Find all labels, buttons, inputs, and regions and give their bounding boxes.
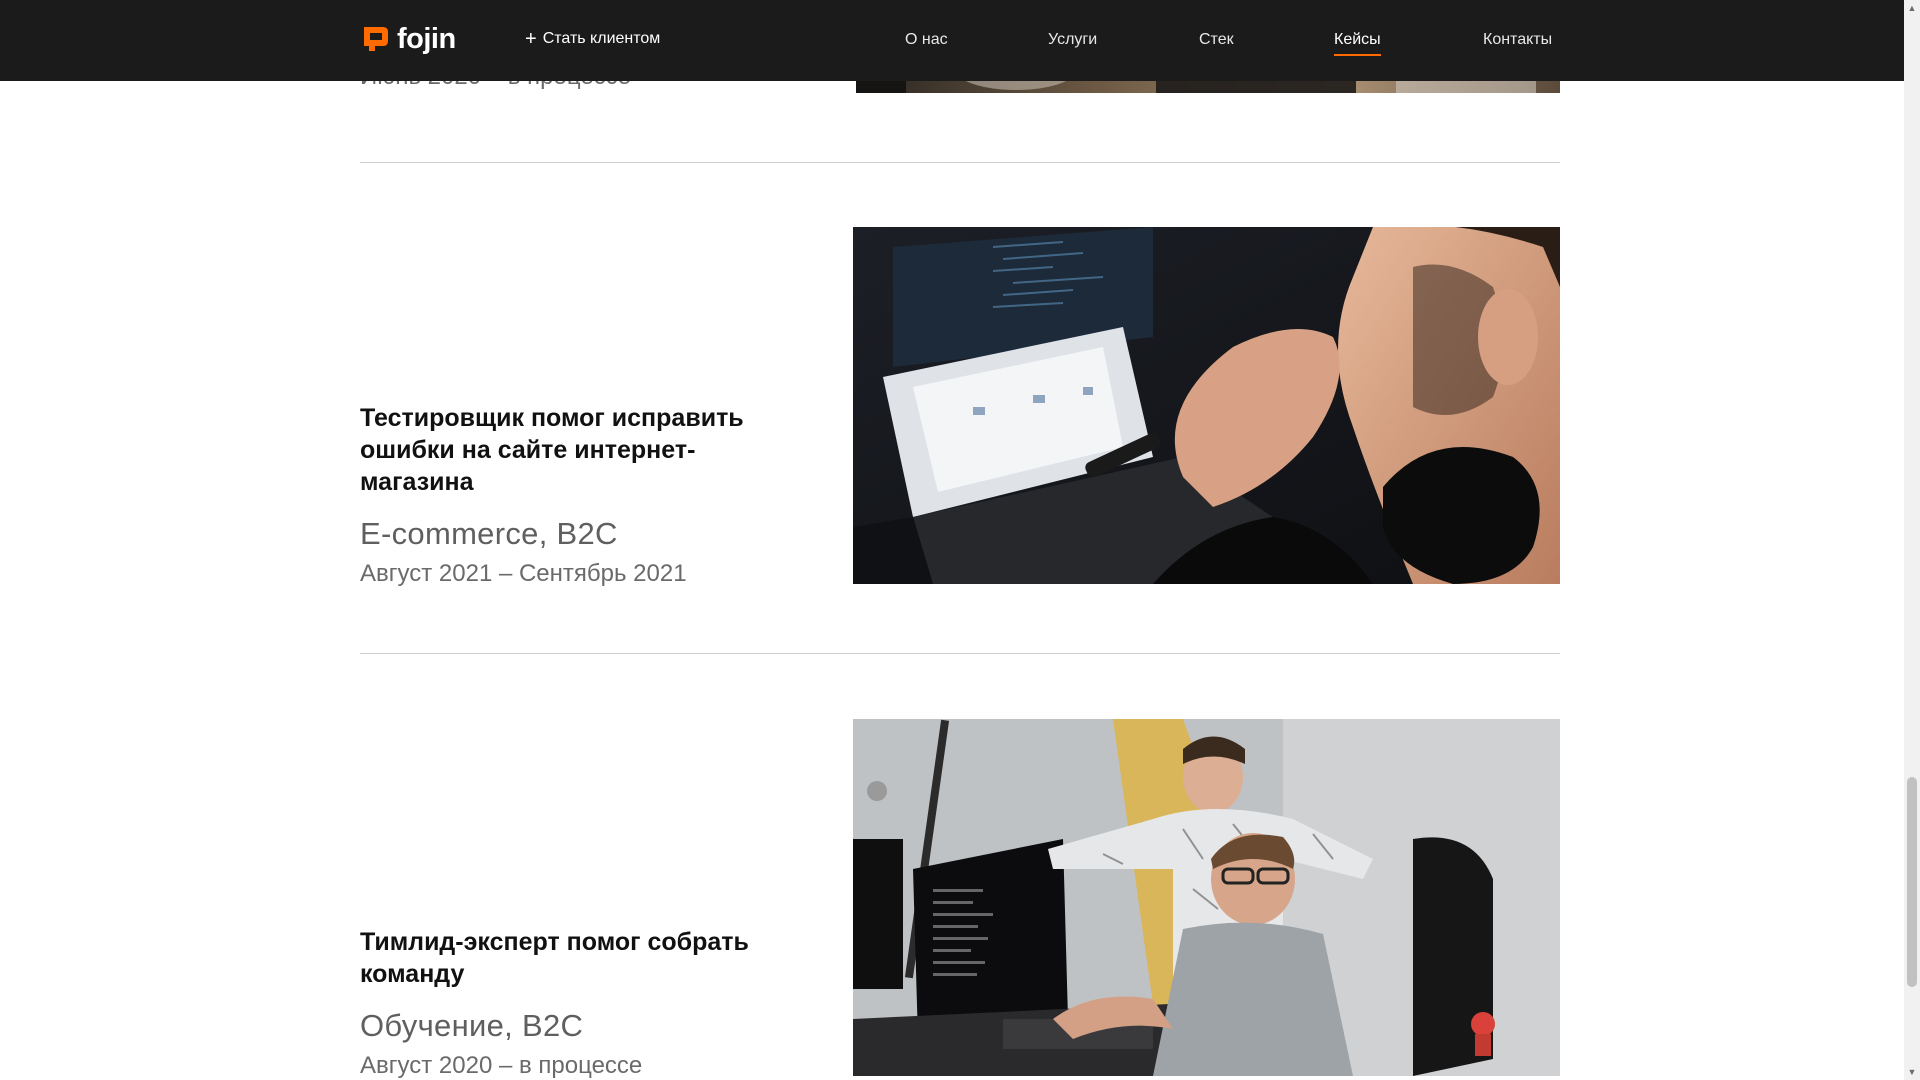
case-2-image — [853, 227, 1560, 584]
scroll-up-icon[interactable]: ▲ — [1904, 0, 1920, 16]
case-dates: Август 2021 – Сентябрь 2021 — [360, 560, 687, 587]
case-tags: Обучение, B2C — [360, 1008, 584, 1043]
become-client-button[interactable]: + Стать клиентом — [525, 28, 661, 50]
case-divider — [360, 653, 1560, 654]
logo[interactable]: fojin — [361, 24, 456, 54]
page-scrollbar[interactable]: ▲ ▼ — [1904, 0, 1920, 1080]
case-tags: E-commerce, B2C — [360, 516, 618, 551]
case-2-photo[interactable] — [853, 227, 1560, 584]
nav-item-stack[interactable]: Стек — [1199, 31, 1234, 49]
site-header: fojin + Стать клиентом О нас Услуги Стек… — [0, 0, 1904, 81]
scroll-thumb[interactable] — [1907, 777, 1917, 987]
nav-item-cases[interactable]: Кейсы — [1334, 31, 1381, 56]
case-2-text: Тестировщик помог исправить ошибки на са… — [360, 402, 760, 588]
case-dates: Август 2020 – в процессе — [360, 1052, 643, 1079]
plus-icon: + — [525, 28, 537, 50]
page: Июнь 2020 – в процессе Тестировщик помог… — [0, 0, 1904, 1080]
scroll-down-icon[interactable]: ▼ — [1904, 1064, 1920, 1080]
nav-item-about[interactable]: О нас — [905, 31, 948, 49]
case-divider — [360, 162, 1560, 163]
logo-text: fojin — [397, 23, 456, 55]
case-title[interactable]: Тестировщик помог исправить ошибки на са… — [360, 402, 760, 498]
case-3-photo[interactable] — [853, 719, 1560, 1076]
case-3-image — [853, 719, 1560, 1076]
logo-mark-icon — [364, 27, 388, 51]
nav-item-contacts[interactable]: Контакты — [1483, 31, 1552, 49]
nav-item-services[interactable]: Услуги — [1048, 31, 1097, 49]
become-client-label: Стать клиентом — [542, 30, 661, 47]
case-3-text: Тимлид-эксперт помог собрать команду Обу… — [360, 926, 760, 1080]
case-title[interactable]: Тимлид-эксперт помог собрать команду — [360, 926, 760, 990]
